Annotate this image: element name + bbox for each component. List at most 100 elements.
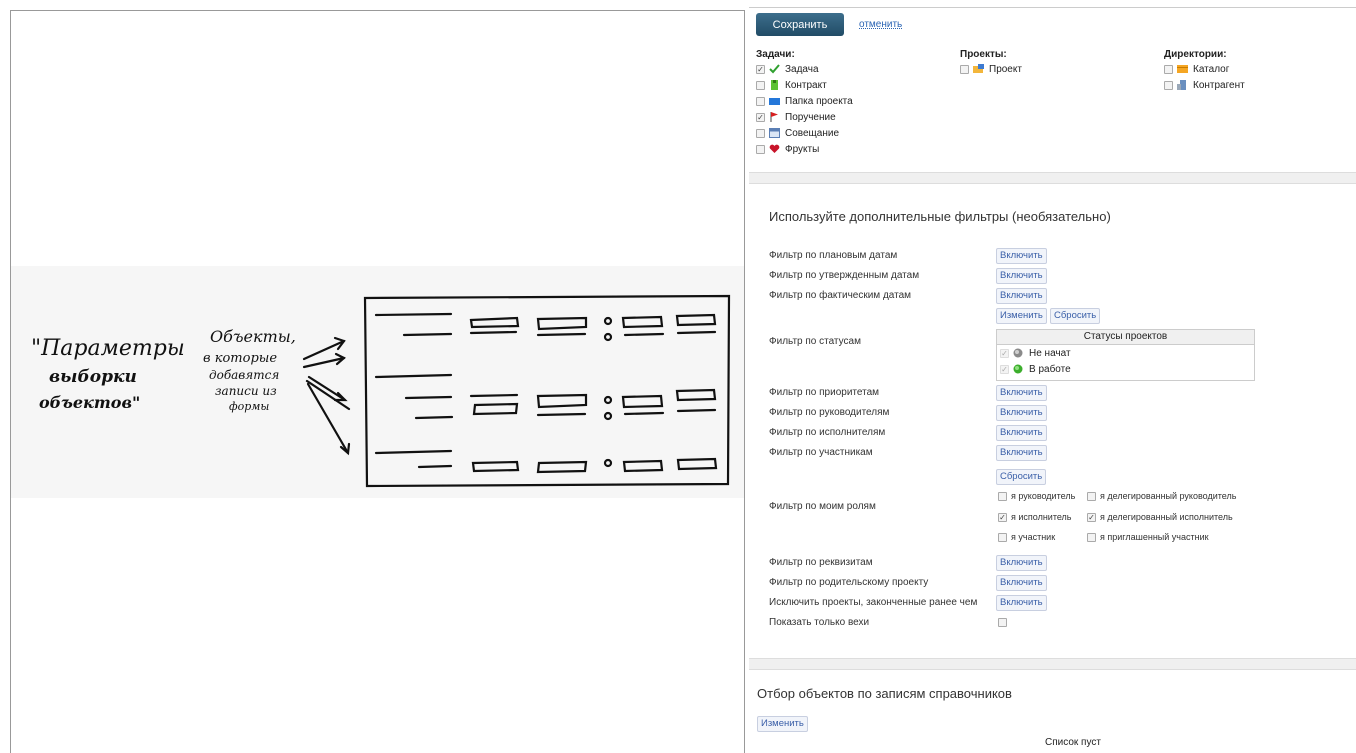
status-row-in-progress[interactable]: ✓ В работе <box>997 361 1254 377</box>
svg-text:Объекты,: Объекты, <box>210 327 296 346</box>
role-label: я делегированный руководитель <box>1100 491 1237 501</box>
type-label: Поручение <box>785 111 836 123</box>
filter-exclude-label: Исключить проекты, законченные ранее чем <box>769 597 978 608</box>
checkbox[interactable] <box>756 144 765 154</box>
tasks-column: Задачи: ✓ Задача Контракт Папка проекта … <box>756 49 853 157</box>
checkbox[interactable] <box>1164 64 1173 74</box>
section-divider <box>749 658 1356 670</box>
type-item-project-folder[interactable]: Папка проекта <box>756 93 853 109</box>
filter-executors-label: Фильтр по исполнителям <box>769 427 886 438</box>
role-label: я участник <box>1011 532 1056 542</box>
calendar-icon <box>769 128 780 138</box>
filter-planned-enable-button[interactable]: Включить <box>996 248 1047 264</box>
checkbox[interactable]: ✓ <box>756 112 765 122</box>
checkbox[interactable]: ✓ <box>998 512 1007 522</box>
type-item-task[interactable]: ✓ Задача <box>756 61 853 77</box>
project-folder-icon <box>973 64 984 74</box>
checkbox[interactable] <box>756 96 765 106</box>
filter-executors-enable-button[interactable]: Включить <box>996 425 1047 441</box>
status-green-icon <box>1013 364 1024 374</box>
filter-parent-enable-button[interactable]: Включить <box>996 575 1047 591</box>
role-invited-participant[interactable]: я приглашенный участник <box>1087 532 1209 542</box>
type-item-catalog[interactable]: Каталог <box>1164 61 1245 77</box>
svg-text:"Параметры: "Параметры <box>31 336 185 361</box>
status-gray-icon <box>1013 348 1024 358</box>
type-label: Проект <box>989 63 1022 75</box>
checkbox[interactable] <box>998 532 1007 542</box>
svg-text:выборки: выборки <box>49 367 137 387</box>
svg-text:добавятся: добавятся <box>209 368 279 382</box>
role-delegated-manager[interactable]: я делегированный руководитель <box>1087 491 1236 501</box>
save-button[interactable]: Сохранить <box>756 13 844 36</box>
filter-participants-label: Фильтр по участникам <box>769 447 873 458</box>
heart-icon <box>769 144 780 154</box>
filter-approved-label: Фильтр по утвержденным датам <box>769 270 920 281</box>
filter-priority-enable-button[interactable]: Включить <box>996 385 1047 401</box>
status-table: Статусы проектов ✓ Не начат ✓ В работе <box>996 329 1255 381</box>
type-item-meeting[interactable]: Совещание <box>756 125 853 141</box>
status-change-button[interactable]: Изменить <box>996 308 1047 324</box>
role-label: я делегированный исполнитель <box>1100 512 1233 522</box>
status-label: В работе <box>1029 363 1071 375</box>
folder-icon <box>769 96 780 106</box>
top-divider <box>749 0 1356 8</box>
checkbox[interactable]: ✓ <box>756 64 765 74</box>
filter-exclude-enable-button[interactable]: Включить <box>996 595 1047 611</box>
milestones-checkbox[interactable] <box>998 618 1007 627</box>
contractor-icon <box>1177 80 1188 90</box>
filter-requisites-label: Фильтр по реквизитам <box>769 557 873 568</box>
checkbox[interactable] <box>756 80 765 90</box>
checkbox[interactable] <box>756 128 765 138</box>
catalog-icon <box>1177 64 1188 74</box>
filter-status-label: Фильтр по статусам <box>769 336 861 347</box>
svg-text:объектов": объектов" <box>39 393 140 412</box>
checkbox[interactable] <box>1164 80 1173 90</box>
filters-title: Используйте дополнительные фильтры (необ… <box>769 209 1111 224</box>
checkbox[interactable]: ✓ <box>1000 348 1009 358</box>
filter-parent-label: Фильтр по родительскому проекту <box>769 577 929 588</box>
type-label: Контракт <box>785 79 827 91</box>
checkbox[interactable] <box>1087 491 1096 501</box>
type-label: Совещание <box>785 127 840 139</box>
type-item-contract[interactable]: Контракт <box>756 77 853 93</box>
type-item-contractor[interactable]: Контрагент <box>1164 77 1245 93</box>
roles-reset-button[interactable]: Сбросить <box>996 469 1047 485</box>
filter-actual-label: Фильтр по фактическим датам <box>769 290 912 301</box>
role-label: я исполнитель <box>1011 512 1072 522</box>
filter-managers-label: Фильтр по руководителям <box>769 407 890 418</box>
reference-change-button[interactable]: Изменить <box>757 716 808 732</box>
cancel-link[interactable]: отменить <box>859 19 902 30</box>
directories-title: Директории: <box>1164 49 1227 60</box>
filter-participants-enable-button[interactable]: Включить <box>996 445 1047 461</box>
checkbox[interactable]: ✓ <box>1087 512 1096 522</box>
type-label: Фрукты <box>785 143 820 155</box>
filter-approved-enable-button[interactable]: Включить <box>996 268 1047 284</box>
type-item-fruits[interactable]: Фрукты <box>756 141 853 157</box>
checkbox[interactable] <box>960 64 969 74</box>
type-label: Задача <box>785 63 819 75</box>
tasks-title: Задачи: <box>756 49 795 60</box>
status-reset-button[interactable]: Сбросить <box>1050 308 1101 324</box>
status-label: Не начат <box>1029 347 1071 359</box>
checkbox[interactable] <box>998 491 1007 501</box>
role-delegated-executor[interactable]: ✓ я делегированный исполнитель <box>1087 512 1233 522</box>
svg-text:формы: формы <box>229 400 269 413</box>
status-table-header: Статусы проектов <box>997 330 1254 345</box>
type-label: Папка проекта <box>785 95 853 107</box>
filter-actual-enable-button[interactable]: Включить <box>996 288 1047 304</box>
filter-priority-label: Фильтр по приоритетам <box>769 387 879 398</box>
role-executor[interactable]: ✓ я исполнитель <box>998 512 1072 522</box>
type-item-assignment[interactable]: ✓ Поручение <box>756 109 853 125</box>
checkbox[interactable] <box>1087 532 1096 542</box>
sketch-image: "Параметры выборки объектов" Объекты, в … <box>11 266 744 498</box>
checkbox[interactable]: ✓ <box>1000 364 1009 374</box>
role-participant[interactable]: я участник <box>998 532 1055 542</box>
filter-requisites-enable-button[interactable]: Включить <box>996 555 1047 571</box>
status-row-not-started[interactable]: ✓ Не начат <box>997 345 1254 361</box>
role-manager[interactable]: я руководитель <box>998 491 1075 501</box>
object-selection-panel: Сохранить отменить Задачи: ✓ Задача Конт… <box>749 0 1356 753</box>
reference-title: Отбор объектов по записям справочников <box>757 686 1012 701</box>
directories-column: Директории: Каталог Контрагент <box>1164 49 1245 93</box>
filter-managers-enable-button[interactable]: Включить <box>996 405 1047 421</box>
type-item-project[interactable]: Проект <box>960 61 1022 77</box>
